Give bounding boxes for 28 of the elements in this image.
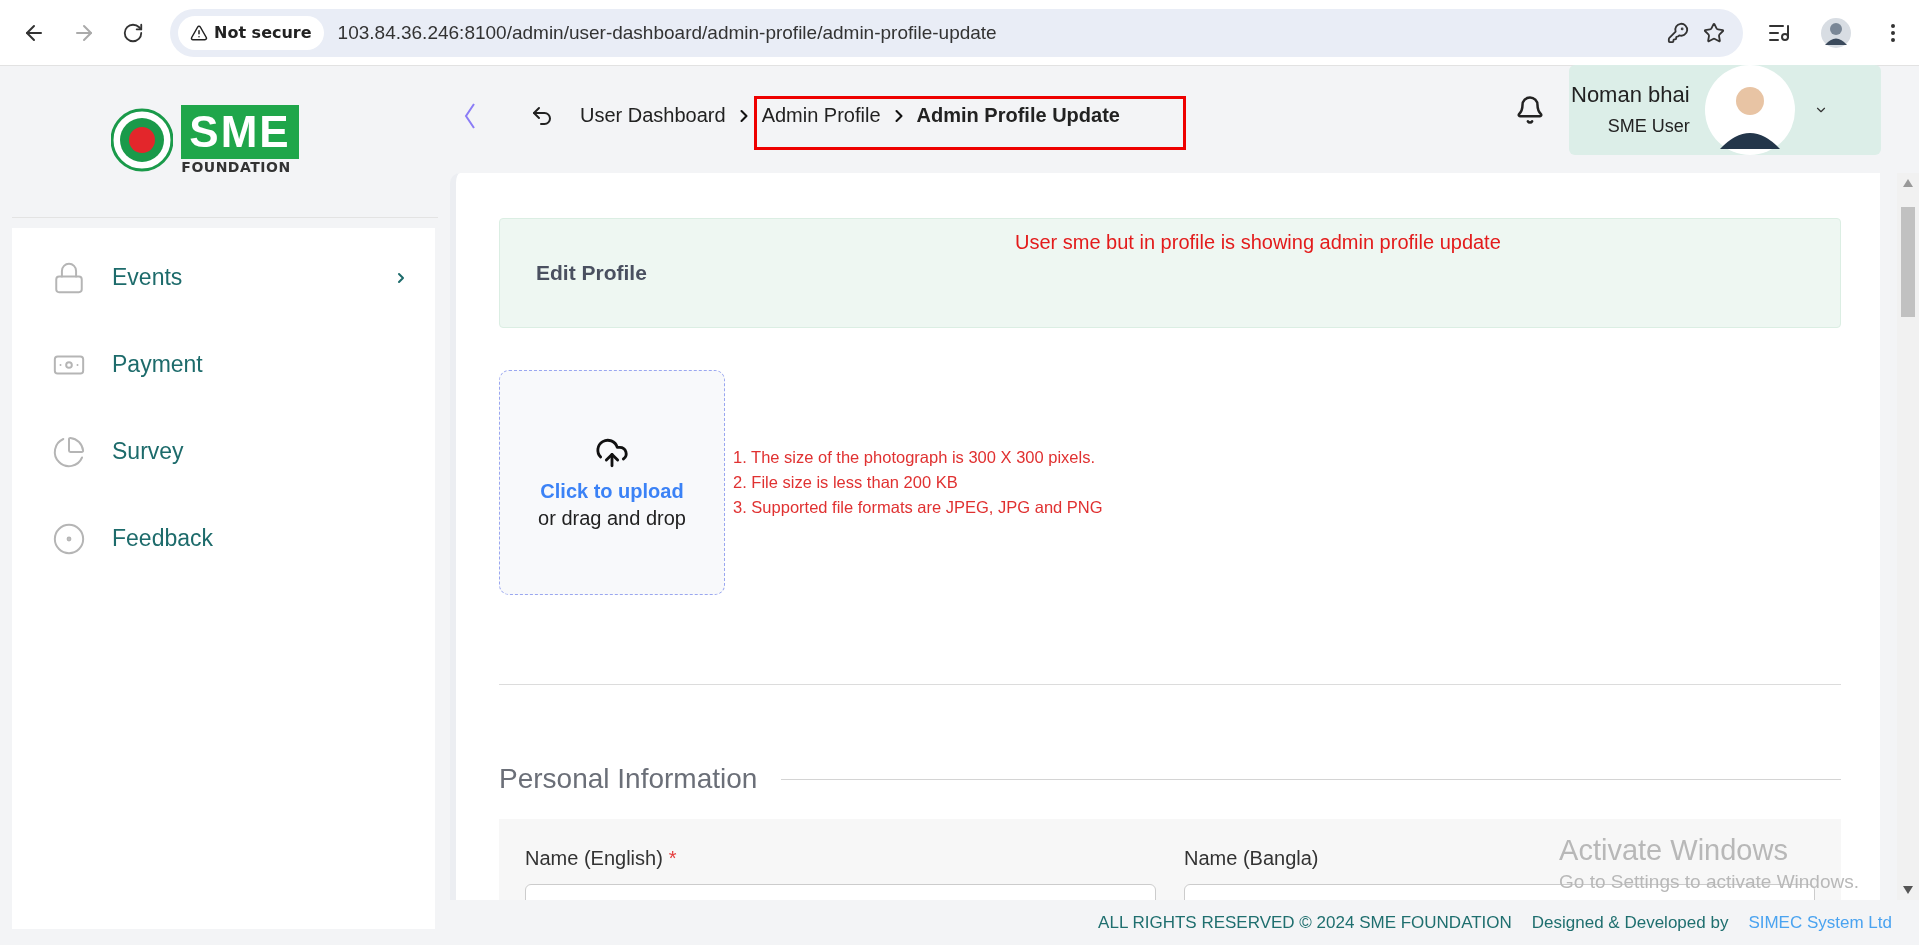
credit-text: Designed & Developed by xyxy=(1531,912,1729,933)
breadcrumb-item[interactable]: User Dashboard xyxy=(580,104,726,127)
sidebar-item[interactable]: Survey xyxy=(12,408,435,495)
sidebar-item[interactable]: Feedback xyxy=(12,495,435,582)
copyright-text: ALL RIGHTS RESERVED © 2024 SME FOUNDATION xyxy=(1098,912,1512,933)
field-label: Name (English) * xyxy=(525,847,677,870)
field-label: Name (Bangla) xyxy=(1184,847,1319,870)
address-bar[interactable]: Not secure 103.84.36.246:8100/admin/user-dashboard/admin-profile/admin-profile-update xyxy=(170,8,1743,57)
security-chip[interactable]: Not secure xyxy=(178,15,324,50)
page-title: Edit Profile xyxy=(536,261,647,285)
sidebar-item[interactable]: Payment xyxy=(12,321,435,408)
upload-rule: 3. Supported file formats are JPEG, JPG and PNG xyxy=(733,498,1103,517)
annotation-note: User sme but in profile is showing admin profile update xyxy=(1015,231,1501,254)
upload-rule: 1. The size of the photograph is 300 X 300 pixels. xyxy=(733,448,1097,467)
breadcrumb-item[interactable]: Admin Profile xyxy=(761,104,881,127)
user-card[interactable]: Noman bhai SME User xyxy=(1569,64,1881,155)
upload-dropzone[interactable]: Click to upload or drag and drop xyxy=(499,370,725,595)
user-role: SME User xyxy=(1607,116,1690,137)
section-title: Personal Information xyxy=(499,763,758,795)
logo-subtitle: FOUNDATION xyxy=(181,158,291,175)
upload-rule: 2. File size is less than 200 KB xyxy=(733,473,959,492)
url-text: 103.84.36.246:8100/admin/user-dashboard/admin-profile/admin-profile-update xyxy=(337,21,998,44)
user-name: Noman bhai xyxy=(1571,82,1690,108)
activation-title: Activate Windows xyxy=(1559,834,1789,867)
logo-mark: SME xyxy=(181,104,299,159)
activation-message: Go to Settings to activate Windows. xyxy=(1559,871,1859,893)
breadcrumb-item: Admin Profile Update xyxy=(916,104,1120,127)
sidebar-item[interactable]: Events xyxy=(12,234,435,321)
